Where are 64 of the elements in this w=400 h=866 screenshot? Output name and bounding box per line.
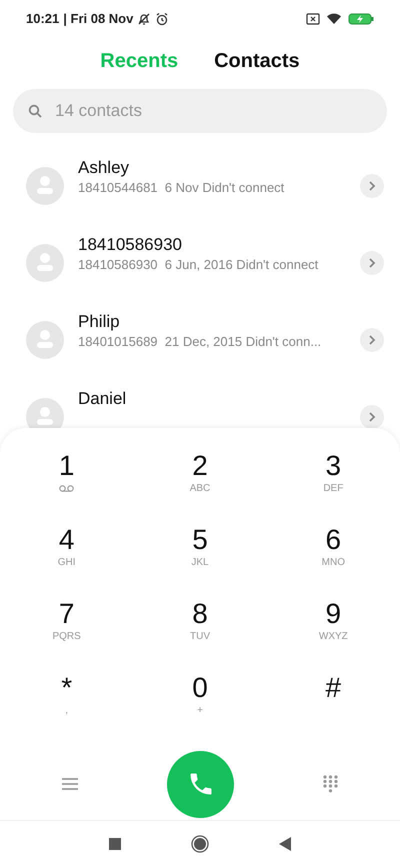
dial-key[interactable]: 4 GHI (0, 522, 134, 596)
key-digit: 0 (192, 672, 208, 704)
chevron-button[interactable] (360, 328, 384, 352)
voicemail-icon (59, 485, 74, 492)
contact-name: Philip (78, 311, 121, 333)
menu-icon[interactable] (62, 777, 78, 792)
key-digit: 1 (58, 450, 74, 482)
search-field[interactable]: 14 contacts (13, 89, 387, 133)
contact-name: Daniel (78, 388, 128, 410)
key-letters: DEF (323, 482, 344, 496)
contact-name: 18410586930 (78, 234, 184, 256)
call-detail: 18401015689 21 Dec, 2015 Didn't conn... (78, 333, 322, 351)
avatar-icon (26, 244, 64, 282)
wifi-icon (326, 13, 342, 25)
key-digit: # (326, 672, 342, 704)
avatar-icon (26, 320, 64, 358)
status-date: | Fri 08 Nov (63, 10, 134, 28)
dial-key[interactable]: 0 + (133, 670, 267, 744)
dialpad-icon[interactable] (323, 775, 338, 794)
key-digit: 9 (326, 598, 342, 630)
key-letters: + (197, 704, 203, 718)
key-letters: , (65, 704, 68, 718)
tab[interactable]: Contacts (214, 46, 300, 76)
key-letters: GHI (58, 556, 76, 570)
dial-key[interactable]: 7 PQRS (0, 596, 134, 670)
sim-off-icon (306, 13, 320, 25)
key-digit: 5 (192, 524, 208, 556)
dial-key[interactable]: 5 JKL (133, 522, 267, 596)
dial-key[interactable]: 2 ABC (133, 448, 267, 522)
key-digit: 7 (58, 598, 74, 630)
dial-key[interactable]: 9 WXYZ (266, 596, 400, 670)
search-icon (28, 104, 42, 118)
key-digit: 4 (58, 524, 74, 556)
key-letters: PQRS (52, 630, 81, 644)
key-digit: 3 (326, 450, 342, 482)
key-letters: MNO (322, 556, 345, 570)
avatar-icon (26, 166, 64, 204)
call-detail: 18410586930 6 Jun, 2016 Didn't connect (78, 256, 320, 274)
key-digit: 6 (326, 524, 342, 556)
dial-key[interactable]: 1 (0, 448, 134, 522)
battery-icon (348, 13, 374, 25)
key-digit: 8 (192, 598, 208, 630)
key-letters: JKL (191, 556, 209, 570)
contact-name: Ashley (78, 157, 130, 179)
dial-key[interactable]: 6 MNO (266, 522, 400, 596)
recents-nav-icon[interactable] (109, 838, 121, 850)
alarm-icon (155, 12, 170, 26)
status-time: 10:21 (26, 10, 60, 28)
dial-key[interactable]: * , (0, 670, 134, 744)
chevron-button[interactable] (360, 404, 384, 428)
call-detail: 18410544681 6 Nov Didn't connect (78, 179, 286, 197)
back-nav-icon[interactable] (279, 836, 291, 851)
bell-off-icon (137, 12, 152, 26)
key-digit: 2 (192, 450, 208, 482)
key-letters: TUV (190, 630, 210, 644)
dial-key[interactable]: 3 DEF (266, 448, 400, 522)
chevron-button[interactable] (360, 250, 384, 274)
key-letters: WXYZ (318, 630, 348, 644)
key-letters: ABC (190, 482, 210, 496)
dial-key[interactable]: 8 TUV (133, 596, 267, 670)
home-nav-icon[interactable] (191, 834, 209, 853)
key-digit: * (61, 672, 72, 704)
dial-key[interactable]: # (266, 670, 400, 744)
chevron-button[interactable] (360, 174, 384, 198)
